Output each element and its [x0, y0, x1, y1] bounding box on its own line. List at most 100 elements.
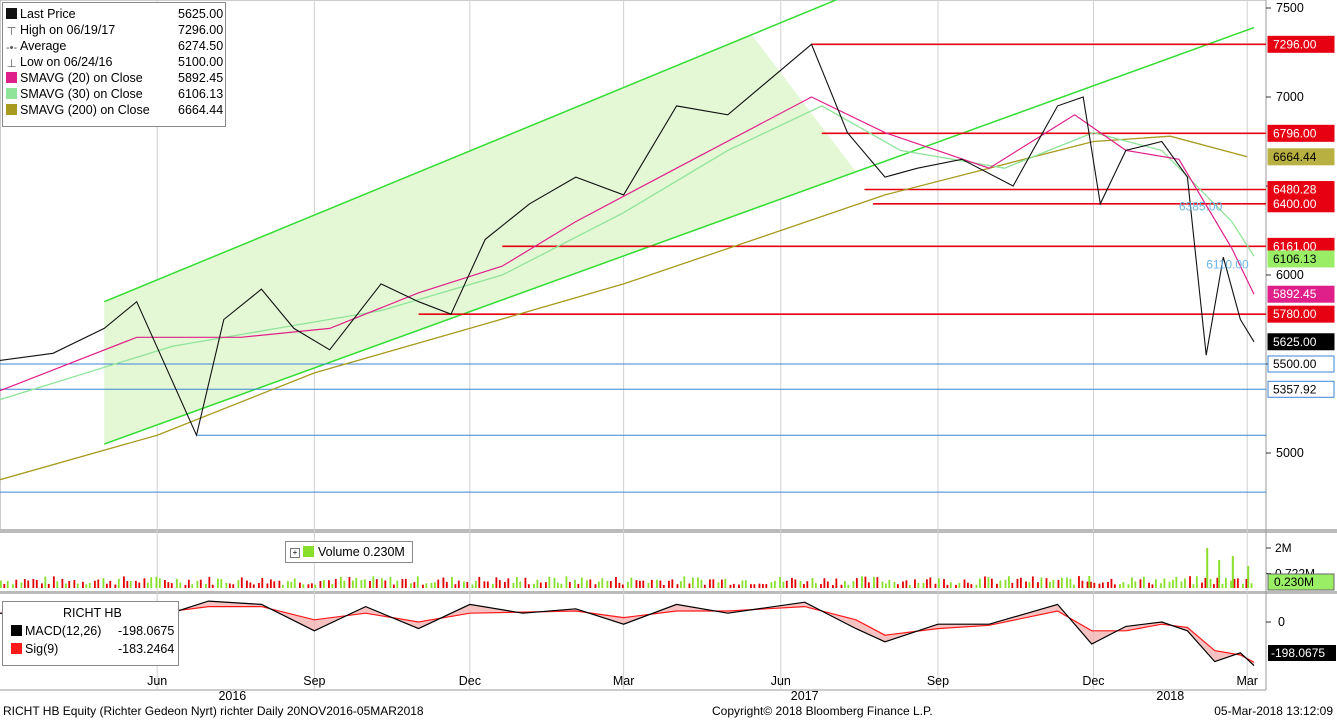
sig-swatch [11, 643, 22, 654]
volume-bar [471, 584, 474, 588]
volume-bar [404, 578, 407, 588]
volume-bar [82, 581, 84, 588]
volume-bar [844, 581, 846, 588]
volume-bar [302, 584, 305, 588]
volume-bar [68, 580, 71, 588]
legend-row-high: ⊤ High on 06/19/17 7296.00 [6, 22, 223, 38]
volume-bar [823, 578, 826, 588]
volume-bar [310, 583, 313, 588]
volume-bar [785, 580, 788, 588]
volume-bar [565, 576, 568, 588]
volume-bar [861, 576, 863, 588]
volume-bar [615, 577, 617, 588]
volume-bar [811, 577, 814, 588]
volume-bar [1110, 578, 1113, 588]
volume-bar [560, 583, 563, 588]
volume-bar [758, 583, 761, 588]
legend-row-low: ⊥ Low on 06/24/16 5100.00 [6, 54, 223, 70]
volume-bar [753, 584, 756, 588]
volume-bar [11, 584, 14, 588]
volume-bar [1088, 576, 1091, 588]
x-year-label: 2016 [218, 689, 246, 703]
volume-bar [601, 578, 604, 588]
volume-bar [647, 582, 650, 588]
volume-bar [422, 584, 424, 588]
volume-bar [799, 580, 802, 588]
volume-bar [445, 581, 448, 588]
volume-bar [35, 579, 38, 588]
volume-y-tick-label: 2M [1275, 541, 1292, 555]
volume-bar [1195, 576, 1198, 588]
volume-bar [196, 580, 199, 588]
volume-bar [794, 579, 797, 588]
volume-bar [1139, 579, 1142, 588]
volume-bar [589, 579, 592, 588]
sma20-swatch [6, 72, 17, 83]
expand-icon[interactable]: + [290, 548, 300, 558]
volume-bar [179, 582, 182, 588]
volume-bar [761, 583, 764, 588]
volume-bar [375, 579, 378, 588]
legend-value: 5892.45 [178, 71, 224, 85]
volume-bar [109, 580, 112, 588]
volume-bar [20, 582, 23, 588]
volume-bar [926, 579, 928, 588]
axis-price-tag-label: 6796.00 [1273, 126, 1317, 140]
axis-price-tag-label: 5625.00 [1273, 335, 1317, 349]
volume-bar [779, 576, 781, 588]
volume-bar [574, 579, 576, 588]
volume-bar [606, 580, 609, 588]
volume-bar [1049, 581, 1051, 588]
volume-bar [474, 580, 477, 588]
volume-bar [237, 580, 240, 588]
volume-bar [266, 583, 269, 588]
volume-bar [369, 581, 371, 588]
volume-bar [175, 578, 178, 588]
volume-bar [548, 576, 551, 588]
volume-bar [1078, 576, 1080, 588]
macd-swatch [11, 625, 22, 636]
volume-bar [1142, 576, 1145, 588]
volume-bar [150, 577, 153, 588]
legend-value: 6274.50 [178, 39, 224, 53]
volume-bar [847, 584, 850, 588]
volume-bar [1154, 579, 1157, 588]
volume-bar [975, 584, 978, 588]
volume-bar [114, 584, 117, 588]
volume-legend[interactable]: + Volume 0.230M [285, 541, 413, 563]
volume-bar [832, 584, 834, 588]
volume-bar [437, 579, 440, 588]
volume-bar [240, 577, 243, 588]
volume-bar [384, 580, 387, 588]
volume-bar [712, 579, 715, 588]
axis-price-tag-label: 6480.28 [1273, 183, 1317, 197]
volume-bar [806, 581, 809, 588]
volume-bar [170, 583, 173, 588]
volume-bar [662, 584, 665, 588]
volume-bar [466, 582, 469, 588]
volume-bar [1183, 578, 1186, 588]
volume-bar [1180, 581, 1183, 588]
legend-label: SMAVG (30) on Close [20, 87, 143, 101]
volume-bar [533, 583, 535, 588]
volume-bar [47, 583, 50, 588]
volume-bar [922, 582, 925, 588]
volume-bar [905, 580, 908, 588]
volume-bar [492, 583, 494, 588]
volume-bar [676, 584, 679, 588]
volume-bar [1037, 582, 1039, 588]
volume-bar [184, 584, 187, 588]
volume-bar [486, 581, 489, 588]
volume-bar [187, 579, 190, 588]
volume-bar [996, 583, 998, 588]
volume-bar [199, 579, 202, 588]
volume-bar [1201, 582, 1203, 588]
volume-bar [937, 578, 940, 588]
volume-bar [946, 584, 949, 588]
volume-bar [211, 584, 214, 588]
volume-bar [943, 579, 945, 588]
volume-bar [770, 582, 773, 588]
volume-bar [1119, 584, 1121, 588]
axis-price-tag-label: 6400.00 [1273, 197, 1317, 211]
volume-bar [683, 576, 686, 588]
